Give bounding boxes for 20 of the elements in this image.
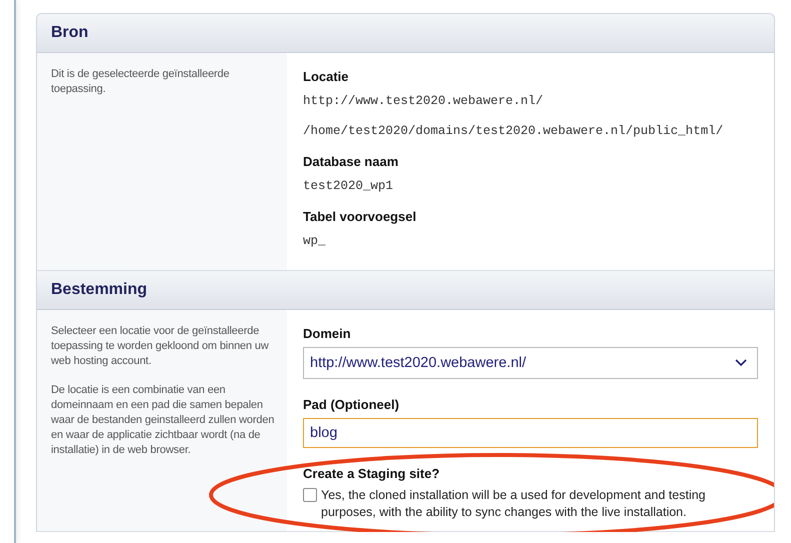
section-description: De locatie is een combinatie van een domeinnaam en een pad die samen bepalen waar de bestanden geinstalleerd zullen worden en waar de applicatie zichtbaar wordt (na de installatie) in de web browser.	[51, 383, 276, 458]
field-value: http://www.test2020.webawere.nl/	[303, 94, 544, 108]
section-title: Bron	[51, 24, 88, 42]
field-label: Pad (Optioneel)	[303, 397, 400, 412]
field-value: test2020_wp1	[303, 179, 394, 193]
checkbox[interactable]	[303, 488, 317, 502]
field-label: Locatie	[303, 69, 350, 84]
field-label: Domein	[303, 326, 352, 341]
field-label: Create a Staging site?	[303, 466, 441, 481]
path-input-field[interactable]: blog	[303, 418, 758, 448]
section-description: Selecteer een locatie voor de geïnstalleerde toepassing te worden gekloond om binnen uw web hosting account.	[51, 324, 270, 369]
section-description: Dit is de geselecteerde geïnstalleerde toepassing.	[51, 67, 230, 97]
field-value: wp_	[303, 234, 327, 248]
checkbox-label[interactable]: Yes, the cloned installation will be a used for development and testing purposes, with the ability to sync changes with the live installation.	[321, 487, 758, 521]
chevron-down-icon	[735, 359, 747, 367]
field-label: Tabel voorvoegsel	[303, 209, 418, 224]
field-label: Database naam	[303, 154, 400, 169]
domain-select[interactable]: http://www.test2020.webawere.nl/	[303, 347, 758, 379]
section-title: Bestemming	[51, 281, 148, 299]
field-value: /home/test2020/domains/test2020.webawere.nl/public_html/	[303, 124, 724, 138]
